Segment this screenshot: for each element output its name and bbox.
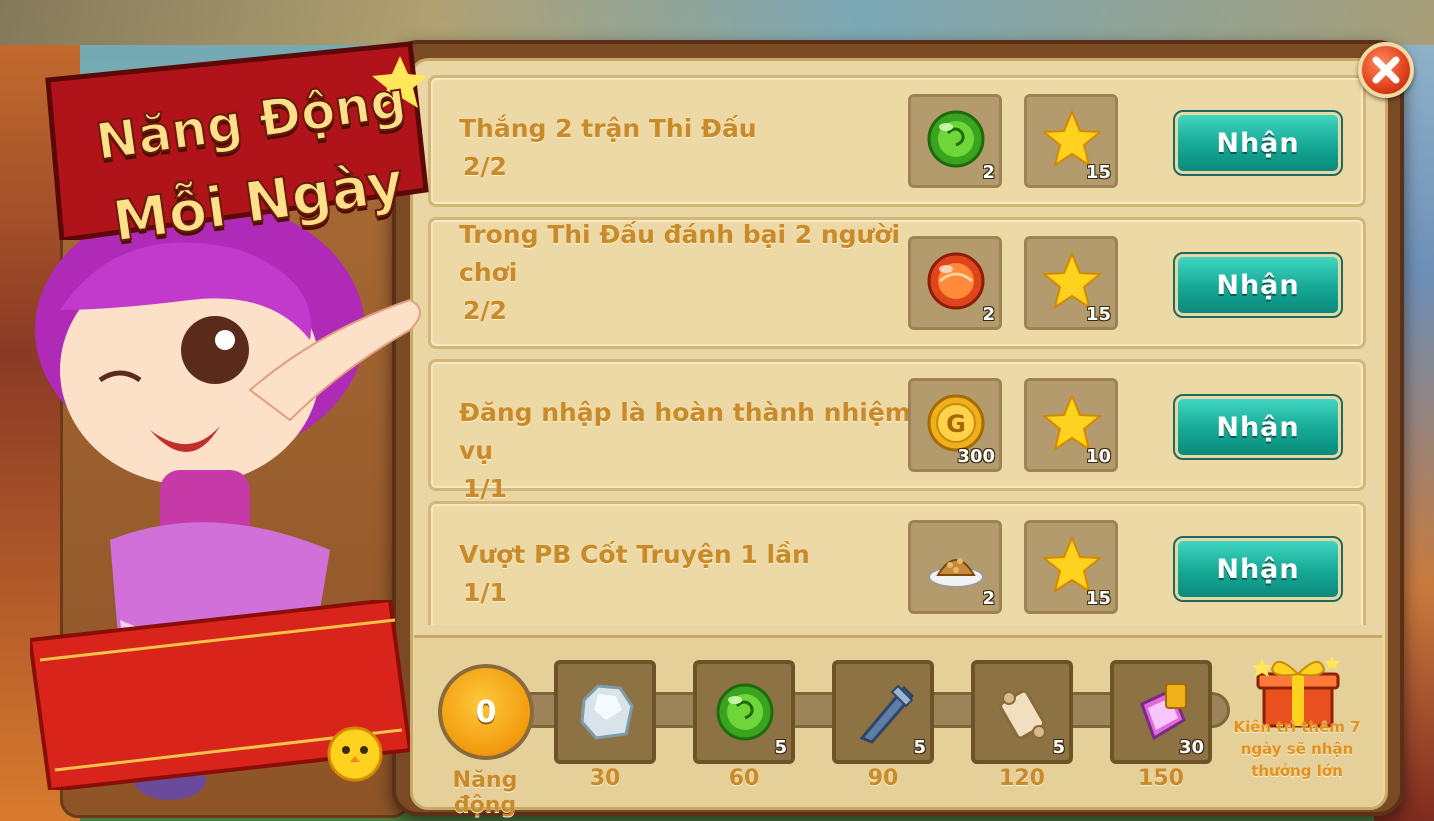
reward-count: 10 [1085,446,1111,467]
green-orb-icon [927,110,985,168]
food-plate-icon [928,558,984,588]
milestone-reward[interactable]: 5 [832,660,934,764]
task-label: Thắng 2 trận Thi Đấu 2/2 [459,110,909,186]
reward-count: 15 [1085,588,1111,609]
reward-slot[interactable]: 2 [908,94,1002,188]
task-row: Trong Thi Đấu đánh bại 2 người chơi 2/2 … [428,217,1366,349]
gold-coin-icon: G [927,394,985,452]
task-description: Thắng 2 trận Thi Đấu [459,114,757,143]
crystal-box-icon [1140,683,1187,741]
milestone-count: 30 [1178,737,1204,758]
milestone-count: 5 [774,737,787,758]
milestone-reward[interactable]: 5 [971,660,1073,764]
task-progress: 2/2 [463,152,507,181]
red-orb-icon [927,252,985,310]
task-row: Vượt PB Cốt Truyện 1 lần 1/1 2 15 Nhận [428,501,1366,625]
milestone-count: 5 [1052,737,1065,758]
close-button[interactable] [1358,42,1414,98]
reward-slot[interactable]: 15 [1024,94,1118,188]
receive-button[interactable]: Nhận [1173,252,1343,318]
chick-mascot-icon [327,726,383,782]
drill-cone-icon [859,684,914,744]
task-description: Đăng nhập là hoàn thành nhiệm vụ [459,398,911,465]
task-progress: 1/1 [463,578,507,607]
reward-count: 15 [1085,162,1111,183]
task-description: Vượt PB Cốt Truyện 1 lần [459,540,810,569]
reward-count: 2 [982,588,995,609]
reward-slot[interactable]: 2 [908,236,1002,330]
star-icon [1042,535,1102,594]
task-row: Thắng 2 trận Thi Đấu 2/2 2 15 Nhận [428,75,1366,207]
energy-value: 0 [438,664,534,760]
star-icon [1042,251,1102,310]
bonus-reward-text: Kiên trì thêm 7 ngày sẽ nhận thưởng lớn [1233,718,1361,780]
task-label: Trong Thi Đấu đánh bại 2 người chơi 2/2 [459,216,909,330]
milestone-threshold: 30 [589,766,621,791]
close-icon [1372,56,1400,84]
background-top [0,0,1434,45]
reward-count: 2 [982,304,995,325]
reward-count: 2 [982,162,995,183]
reward-slot[interactable]: G 300 [908,378,1002,472]
star-icon [1042,393,1102,452]
milestone-count: 5 [913,737,926,758]
receive-button[interactable]: Nhận [1173,536,1343,602]
receive-button[interactable]: Nhận [1173,110,1343,176]
reward-slot[interactable]: 2 [908,520,1002,614]
milestone-threshold: 90 [867,766,899,791]
reward-slot[interactable]: 15 [1024,520,1118,614]
task-row: Đăng nhập là hoàn thành nhiệm vụ 1/1 G 3… [428,359,1366,503]
ore-rock-icon [580,684,634,740]
title-banner: Năng Động Mỗi Ngày [40,40,430,256]
milestone-reward[interactable]: 30 [1110,660,1212,764]
scroll-icon [999,689,1046,740]
reward-count: 15 [1085,304,1111,325]
reward-count: 300 [957,446,995,467]
green-orb-icon [716,683,774,741]
milestone-reward[interactable]: 5 [693,660,795,764]
reward-slot[interactable]: 10 [1024,378,1118,472]
task-progress: 2/2 [463,296,507,325]
task-label: Vượt PB Cốt Truyện 1 lần 1/1 [459,536,909,612]
milestone-reward[interactable] [554,660,656,764]
svg-text:G: G [946,410,966,438]
receive-button[interactable]: Nhận [1173,394,1343,460]
milestone-threshold: 150 [1138,766,1184,791]
task-description: Trong Thi Đấu đánh bại 2 người chơi [459,220,901,287]
task-list[interactable]: Thắng 2 trận Thi Đấu 2/2 2 15 Nhận Trong… [428,75,1366,625]
reward-slot[interactable]: 15 [1024,236,1118,330]
task-label: Đăng nhập là hoàn thành nhiệm vụ 1/1 [459,394,929,508]
milestone-threshold: 120 [999,766,1045,791]
milestone-threshold: 60 [728,766,760,791]
star-icon [1042,109,1102,168]
